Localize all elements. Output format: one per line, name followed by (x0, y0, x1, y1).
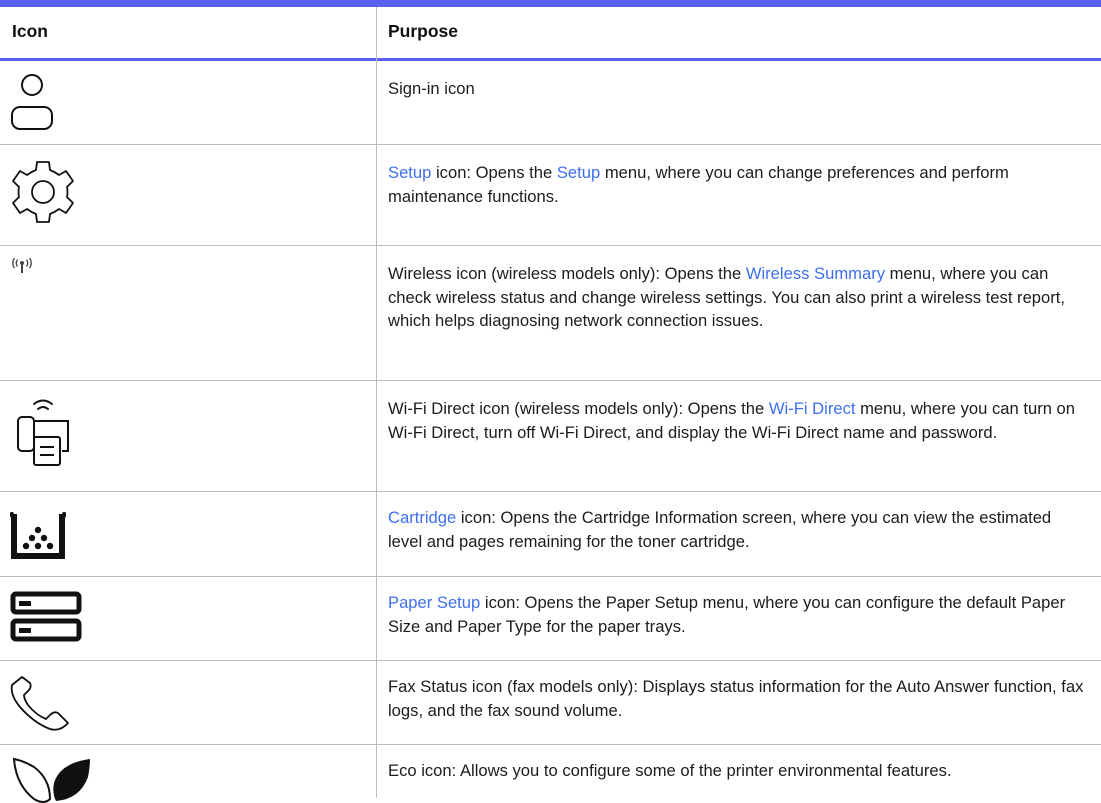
eco-icon (10, 755, 94, 803)
setup-link[interactable]: Setup (388, 163, 431, 182)
cartridge-icon (10, 512, 66, 560)
row-description: Eco icon: Allows you to configure some o… (388, 761, 952, 780)
setup-gear-icon (10, 159, 76, 225)
row-description: Setup icon: Opens the Setup menu, where … (388, 163, 1009, 206)
table-row: Wireless icon (wireless models only): Op… (0, 246, 1101, 381)
paper-setup-link[interactable]: Paper Setup (388, 593, 480, 612)
sign-in-icon (10, 73, 54, 135)
wireless-icon (10, 258, 34, 274)
table-row: Sign-in icon (0, 61, 1101, 145)
table-row: Paper Setup icon: Opens the Paper Setup … (0, 577, 1101, 661)
table-row: Eco icon: Allows you to configure some o… (0, 745, 1101, 803)
table-top-rule (0, 0, 1101, 7)
header-icon-column: Icon (12, 21, 48, 41)
setup-menu-link[interactable]: Setup (557, 163, 600, 182)
row-description: Paper Setup icon: Opens the Paper Setup … (388, 593, 1066, 636)
row-description: Wi-Fi Direct icon (wireless models only)… (388, 399, 1076, 442)
table-row: Wi-Fi Direct icon (wireless models only)… (0, 381, 1101, 492)
wifi-direct-icon (10, 391, 76, 467)
row-description: Cartridge icon: Opens the Cartridge Info… (388, 508, 1052, 551)
icon-purpose-table: Icon Purpose Sign-in icon Setup icon: Op… (0, 0, 1101, 803)
row-description: Wireless icon (wireless models only): Op… (388, 264, 1065, 330)
table-header: Icon Purpose (0, 7, 1101, 61)
wireless-summary-link[interactable]: Wireless Summary (746, 264, 885, 283)
table-row: Fax Status icon (fax models only): Displ… (0, 661, 1101, 745)
row-description: Sign-in icon (388, 79, 475, 98)
fax-status-icon (10, 675, 72, 733)
paper-setup-icon (10, 591, 82, 643)
table-row: Cartridge icon: Opens the Cartridge Info… (0, 492, 1101, 577)
row-description: Fax Status icon (fax models only): Displ… (388, 677, 1084, 720)
cartridge-link[interactable]: Cartridge (388, 508, 456, 527)
table-row: Setup icon: Opens the Setup menu, where … (0, 145, 1101, 246)
wifi-direct-link[interactable]: Wi-Fi Direct (769, 399, 856, 418)
header-purpose-column: Purpose (388, 21, 459, 41)
